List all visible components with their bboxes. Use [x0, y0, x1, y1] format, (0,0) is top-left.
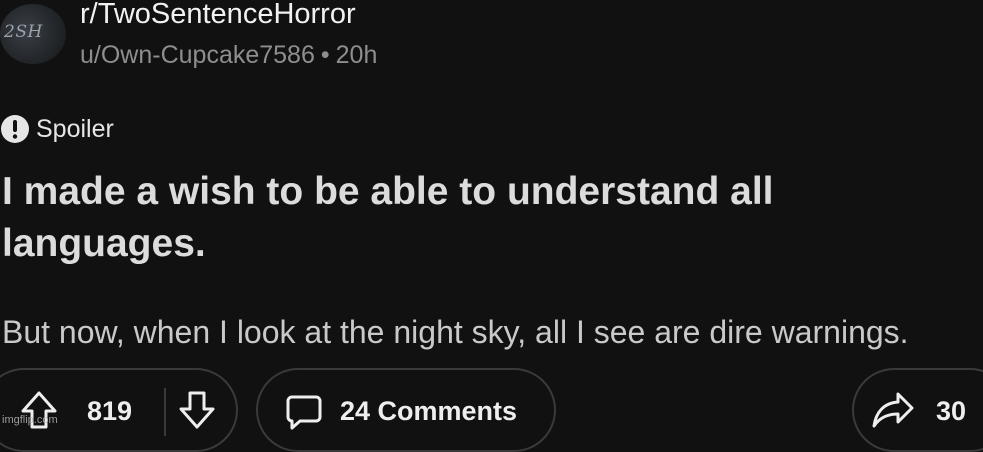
vote-score: 819 — [87, 396, 133, 426]
watermark: imgflip.com — [2, 414, 58, 426]
comment-bubble-icon — [286, 395, 322, 430]
share-button[interactable]: 30 — [852, 368, 983, 452]
avatar-text: 2SH — [4, 22, 43, 42]
post-meta: u/Own-Cupcake7586 • 20h — [80, 41, 377, 70]
subreddit-avatar[interactable]: 2SH — [0, 4, 66, 64]
post-age: 20h — [335, 41, 378, 69]
vote-bar: 819 — [0, 368, 238, 452]
comments-label: 24 Comments — [340, 396, 518, 426]
share-arrow-icon — [872, 392, 914, 428]
share-count: 30 — [936, 396, 967, 426]
post-title[interactable]: I made a wish to be able to understand a… — [2, 166, 962, 270]
spoiler-label: Spoiler — [36, 114, 114, 143]
subreddit-name[interactable]: r/TwoSentenceHorror — [80, 0, 356, 31]
spoiler-flair: Spoiler — [0, 114, 114, 144]
post-body: But now, when I look at the night sky, a… — [2, 314, 909, 350]
comments-button[interactable]: 24 Comments — [256, 368, 556, 452]
author-link[interactable]: u/Own-Cupcake7586 — [80, 41, 315, 69]
arrow-down-icon[interactable] — [178, 390, 216, 430]
exclamation-circle-icon — [1, 115, 29, 143]
meta-separator: • — [320, 41, 330, 69]
